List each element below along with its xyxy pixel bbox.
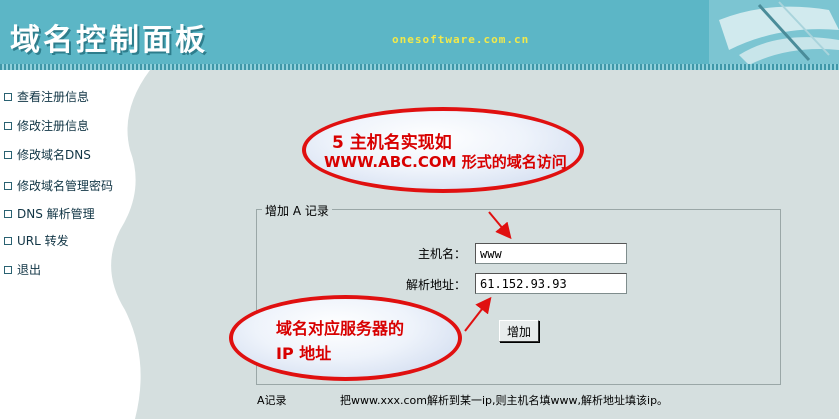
header-decoration-icon (709, 0, 839, 70)
sidebar-item-url-forward[interactable]: URL 转发 (4, 232, 69, 249)
sidebar-item-dns-management[interactable]: DNS 解析管理 (4, 205, 95, 222)
bullet-square-icon (4, 181, 12, 190)
sidebar-item-label: 退出 (17, 263, 42, 277)
sidebar-item-label: DNS 解析管理 (17, 207, 95, 221)
add-record-button[interactable]: 增加 (499, 320, 539, 342)
bullet-square-icon (4, 92, 12, 101)
sidebar-item-edit-dns[interactable]: 修改域名DNS (4, 146, 91, 163)
callout-ip-line2: IP 地址 (276, 344, 332, 363)
sidebar-item-label: 修改注册信息 (17, 119, 90, 133)
sidebar-item-edit-password[interactable]: 修改域名管理密码 (4, 177, 113, 194)
bullet-square-icon (4, 121, 12, 130)
host-label: 主机名： (417, 247, 466, 261)
bullet-square-icon (4, 209, 12, 218)
ip-address-input[interactable] (475, 273, 627, 294)
panel-title: 域名控制面板 (10, 23, 208, 58)
sidebar-item-view-registration[interactable]: 查看注册信息 (4, 88, 89, 105)
fieldset-legend: 增加 A 记录 (262, 202, 332, 219)
host-input[interactable] (475, 243, 627, 264)
a-record-note-text: 把www.xxx.com解析到某一ip,则主机名填www,解析地址填该ip。 (340, 394, 669, 407)
sidebar-item-label: URL 转发 (17, 234, 69, 248)
header-banner: 域名控制面板 onesoftware.com.cn (0, 0, 839, 70)
sidebar-item-edit-registration[interactable]: 修改注册信息 (4, 117, 89, 134)
a-record-note-label: A记录 (257, 394, 287, 407)
bullet-square-icon (4, 265, 12, 274)
ip-label: 解析地址： (405, 278, 466, 292)
bullet-square-icon (4, 236, 12, 245)
sidebar-item-label: 查看注册信息 (17, 90, 90, 104)
callout-host-line1: 5 主机名实现如 (332, 133, 452, 153)
site-domain: onesoftware.com.cn (392, 33, 530, 46)
sidebar-item-label: 修改域名DNS (17, 148, 91, 162)
callout-ip-line1: 域名对应服务器的 (276, 319, 405, 338)
bullet-square-icon (4, 150, 12, 159)
callout-host-line2: WWW.ABC.COM 形式的域名访问 (324, 153, 567, 171)
sidebar-item-logout[interactable]: 退出 (4, 261, 41, 278)
sidebar-item-label: 修改域名管理密码 (17, 179, 114, 193)
